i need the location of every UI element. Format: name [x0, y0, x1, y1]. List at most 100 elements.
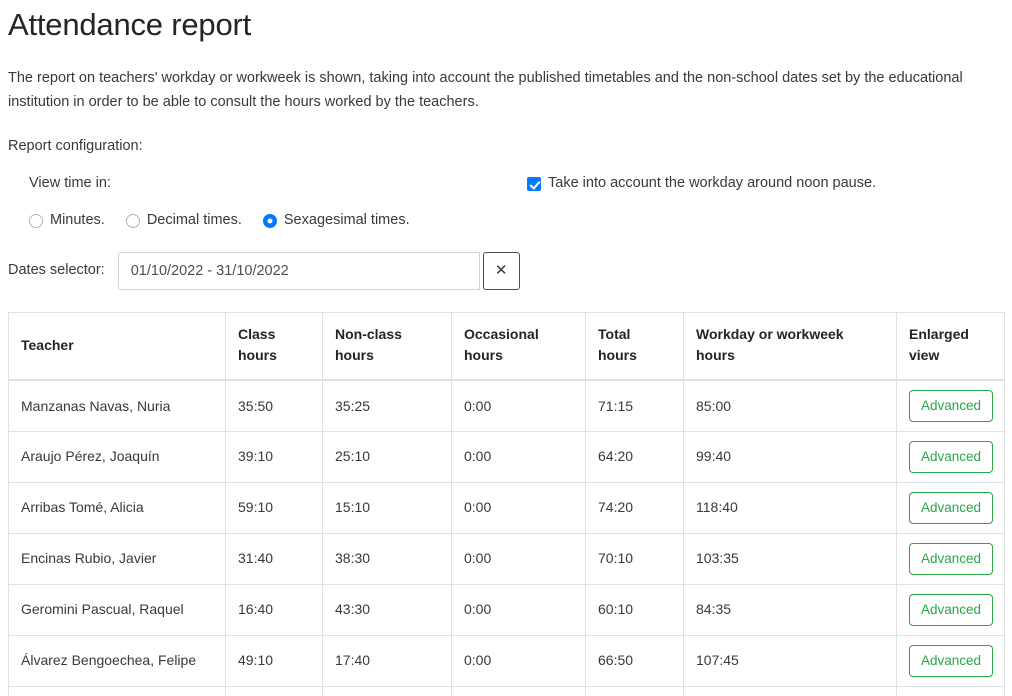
noon-pause-checkbox-group[interactable]: Take into account the workday around noo… — [527, 174, 876, 194]
class-hours-cell: 39:10 — [225, 430, 323, 483]
enlarged-view-cell: Advanced — [896, 685, 1005, 696]
advanced-button[interactable]: Advanced — [909, 389, 994, 423]
teacher-name-cell: Arribas Tomé, Alicia — [8, 481, 226, 534]
nonclass-hours-cell: 38:30 — [322, 532, 452, 585]
report-configuration-label: Report configuration: — [8, 138, 143, 155]
advanced-button[interactable]: Advanced — [909, 491, 994, 525]
advanced-button[interactable]: Advanced — [909, 542, 994, 576]
radio-decimal-times-dot[interactable] — [125, 213, 140, 228]
class-hours-cell: 59:10 — [225, 481, 323, 534]
table-row: Araujo Pérez, Joaquín 39:10 25:10 0:00 64:20… — [8, 430, 1005, 483]
column-header-total-hours-line2: hours — [598, 347, 637, 364]
occasional-hours-cell: 0:00 — [451, 532, 586, 585]
occasional-hours-cell: 0:00 — [451, 430, 586, 483]
nonclass-hours-cell: 19:20 — [322, 685, 452, 696]
table-header: Teacher Class hours Non-class hours Occa… — [8, 311, 1005, 382]
table-row: Geromini Pascual, Raquel 16:40 43:30 0:00 60… — [8, 583, 1005, 636]
occasional-hours-cell: 0:00 — [451, 481, 586, 534]
column-header-workday-hours-line1: Workday or workweek — [696, 326, 844, 343]
column-header-class-hours-line2: hours — [238, 347, 277, 364]
column-header-occasional-hours-line2: hours — [464, 347, 503, 364]
total-hours-cell: 66:50 — [585, 634, 684, 687]
intro-paragraph: The report on teachers' workday or workw… — [8, 70, 963, 110]
teacher-name-cell: Geromini Pascual, Raquel — [8, 583, 226, 636]
radio-decimal-times-label: Decimal times. — [146, 212, 242, 229]
column-header-class-hours: Class hours — [225, 311, 323, 382]
enlarged-view-cell: Advanced — [896, 583, 1005, 636]
workday-hours-cell: 107:45 — [683, 634, 897, 687]
workday-hours-cell: 85:00 — [683, 379, 897, 432]
column-header-total-hours: Total hours — [585, 311, 684, 382]
view-time-radio-group: Minutes. Decimal times. Sexagesimal time… — [8, 211, 1004, 231]
column-header-nonclass-hours-line1: Non-class — [335, 326, 402, 343]
table-row: Manzanas Navas, Nuria 35:50 35:25 0:00 71:15… — [8, 379, 1005, 432]
dates-selector-row: Dates selector: ✕ — [8, 251, 1004, 290]
advanced-button[interactable]: Advanced — [909, 440, 994, 474]
class-hours-cell: 49:10 — [225, 634, 323, 687]
report-configuration-block: View time in: Take into account the work… — [8, 174, 1004, 231]
radio-option-decimal-times[interactable]: Decimal times. — [125, 210, 242, 232]
dates-selector-input[interactable] — [117, 251, 480, 290]
nonclass-hours-cell: 17:40 — [322, 634, 452, 687]
advanced-button[interactable]: Advanced — [909, 644, 994, 678]
column-header-teacher: Teacher — [8, 311, 226, 382]
table-row: Encinas Rubio, Javier 31:40 38:30 0:00 70:10… — [8, 532, 1005, 585]
workday-hours-cell: 76:40 — [683, 685, 897, 696]
attendance-report-page: Attendance report The report on teachers… — [0, 6, 1012, 696]
column-header-enlarged-view-line1: Enlarged — [909, 326, 969, 343]
enlarged-view-cell: Advanced — [896, 634, 1005, 687]
teacher-name-cell: Ruiz Gomez, Alfonso — [8, 685, 226, 696]
total-hours-cell: 60:10 — [585, 583, 684, 636]
dates-selector-label: Dates selector: — [8, 262, 105, 279]
page-title: Attendance report — [8, 7, 252, 42]
attendance-table: Teacher Class hours Non-class hours Occa… — [8, 311, 1005, 696]
radio-option-sexagesimal-times[interactable]: Sexagesimal times. — [262, 210, 410, 232]
radio-minutes-dot[interactable] — [29, 213, 43, 228]
attendance-table-wrapper: Teacher Class hours Non-class hours Occa… — [8, 311, 1005, 696]
nonclass-hours-cell: 35:25 — [322, 379, 452, 432]
column-header-occasional-hours-line1: Occasional — [464, 326, 539, 343]
workday-hours-cell: 103:35 — [683, 532, 897, 585]
occasional-hours-cell: 0:00 — [451, 583, 586, 636]
nonclass-hours-cell: 25:10 — [322, 430, 452, 483]
column-header-enlarged-view: Enlarged view — [896, 311, 1005, 382]
class-hours-cell: 35:50 — [225, 379, 323, 432]
noon-pause-label: Take into account the workday around noo… — [548, 175, 877, 192]
clear-dates-button[interactable]: ✕ — [482, 251, 520, 290]
workday-hours-cell: 84:35 — [683, 583, 897, 636]
teacher-name-cell: Manzanas Navas, Nuria — [8, 379, 226, 432]
total-hours-cell: 71:15 — [585, 379, 684, 432]
total-hours-cell: 70:10 — [585, 532, 684, 585]
noon-pause-checkbox[interactable] — [527, 176, 541, 191]
column-header-total-hours-line1: Total — [598, 326, 631, 343]
table-row: Ruiz Gomez, Alfonso30:5019:200:0050:1076… — [8, 685, 1005, 696]
advanced-button[interactable]: Advanced — [909, 593, 994, 627]
table-row: Arribas Tomé, Alicia 59:10 15:10 0:00 74:20 1… — [8, 481, 1005, 534]
nonclass-hours-cell: 43:30 — [322, 583, 452, 636]
occasional-hours-cell: 0:00 — [451, 379, 586, 432]
column-header-enlarged-view-line2: view — [909, 347, 940, 364]
radio-option-minutes[interactable]: Minutes. — [29, 210, 105, 232]
total-hours-cell: 74:20 — [585, 481, 684, 534]
radio-minutes-label: Minutes. — [50, 212, 105, 229]
enlarged-view-cell: Advanced — [896, 481, 1005, 534]
teacher-name-cell: Álvarez Bengoechea, Felipe — [8, 634, 226, 687]
total-hours-cell: 64:20 — [585, 430, 684, 483]
column-header-workday-hours-line2: hours — [696, 347, 735, 364]
enlarged-view-cell: Advanced — [896, 532, 1005, 585]
enlarged-view-cell: Advanced — [896, 430, 1005, 483]
enlarged-view-cell: Advanced — [896, 379, 1005, 432]
column-header-workday-hours: Workday or workweek hours — [683, 311, 897, 382]
class-hours-cell: 31:40 — [225, 532, 323, 585]
close-x-icon: ✕ — [494, 262, 508, 280]
occasional-hours-cell: 0:00 — [451, 634, 586, 687]
total-hours-cell: 50:10 — [585, 685, 684, 696]
class-hours-cell: 30:50 — [225, 685, 323, 696]
radio-sexagesimal-times-label: Sexagesimal times. — [283, 212, 410, 229]
radio-sexagesimal-times-dot[interactable] — [262, 213, 277, 228]
workday-hours-cell: 99:40 — [683, 430, 897, 483]
table-header-row: Teacher Class hours Non-class hours Occa… — [8, 311, 1005, 382]
table-body: Manzanas Navas, Nuria 35:50 35:25 0:00 71:15… — [8, 379, 1005, 696]
teacher-name-cell: Encinas Rubio, Javier — [8, 532, 226, 585]
column-header-teacher-line1: Teacher — [21, 336, 74, 353]
